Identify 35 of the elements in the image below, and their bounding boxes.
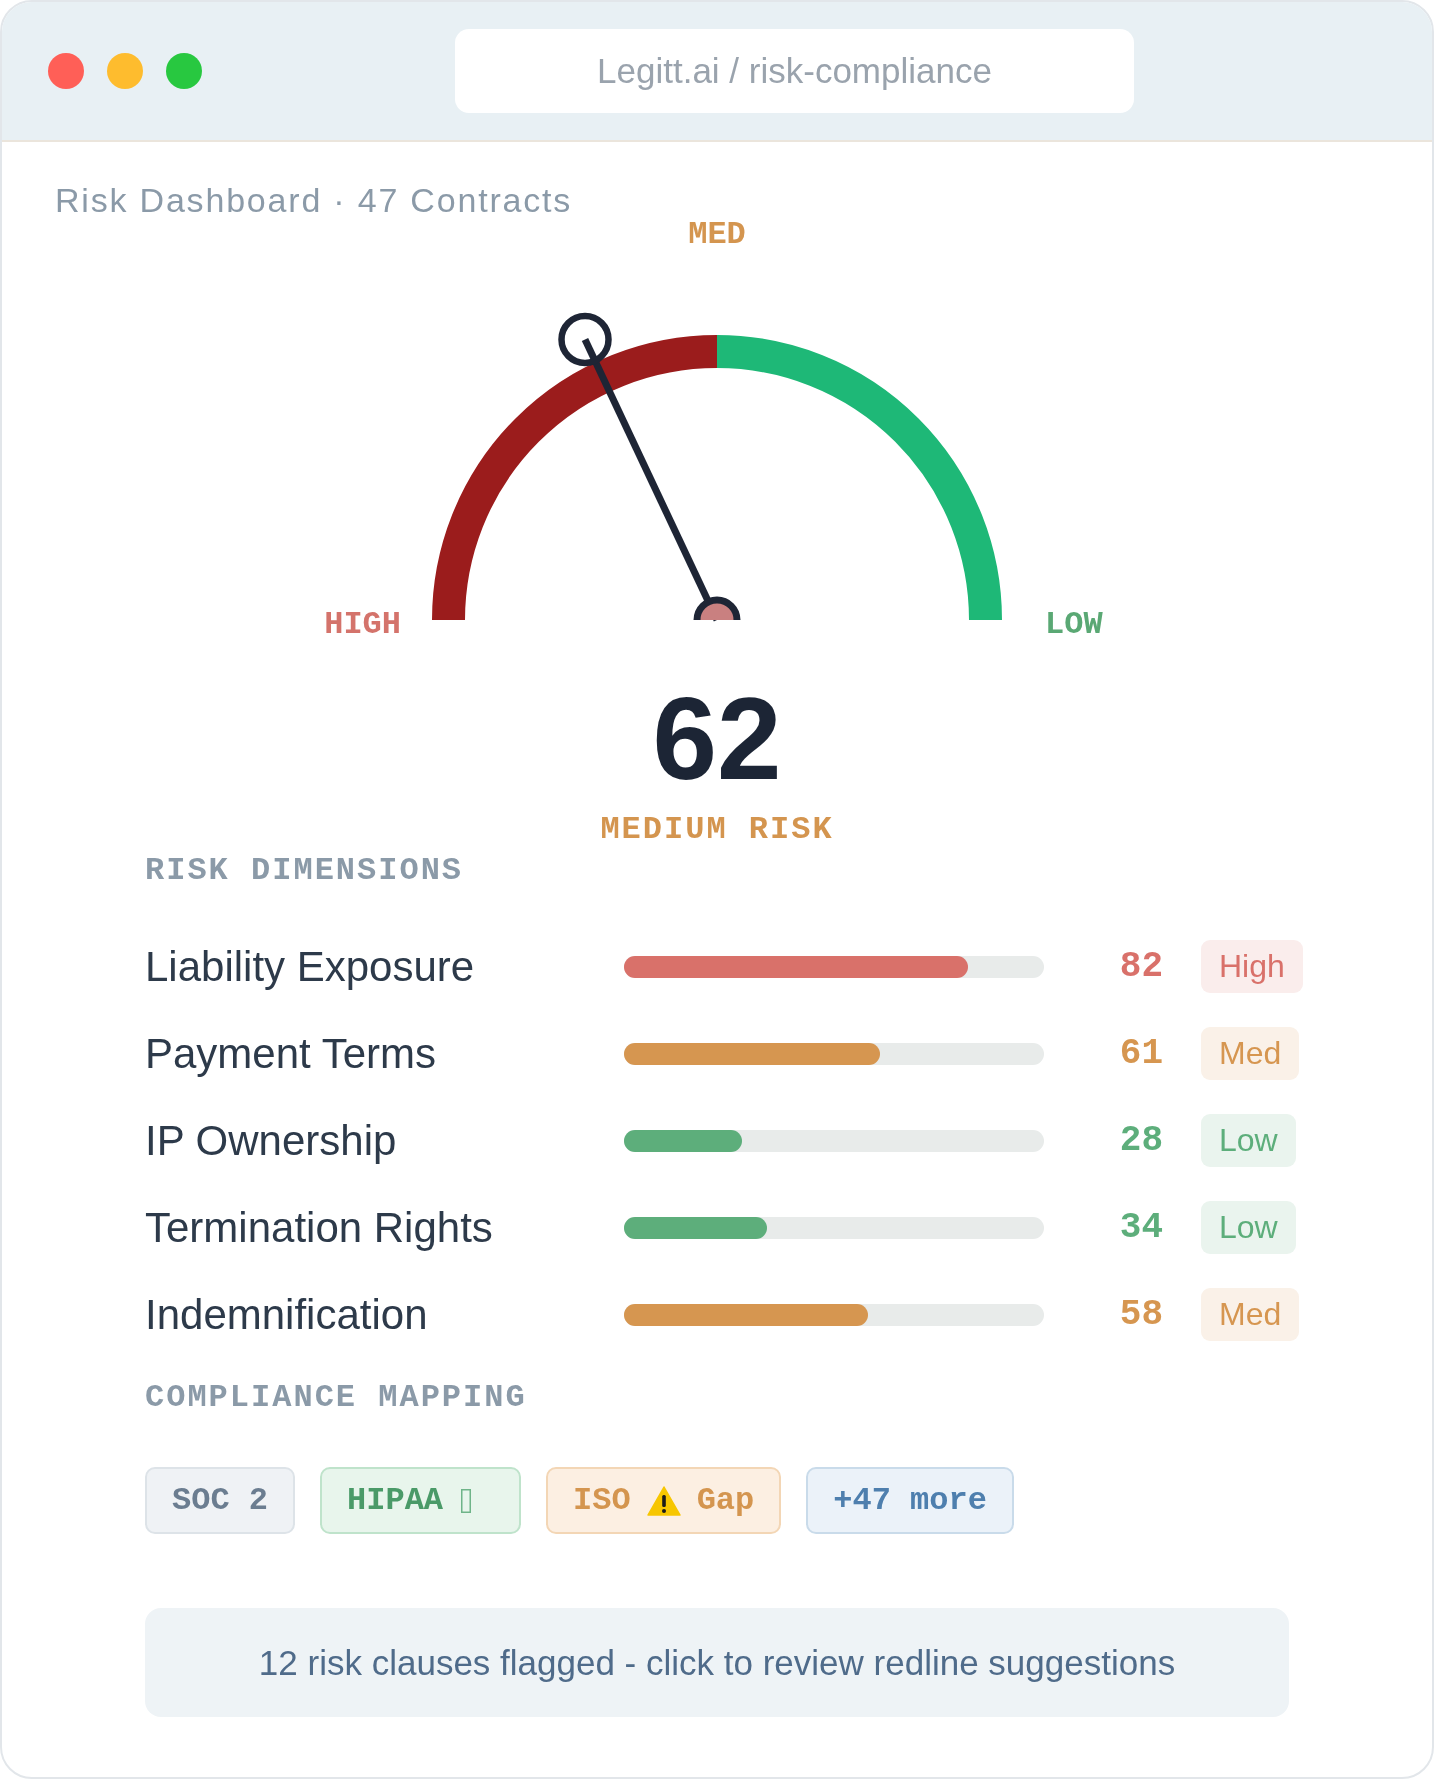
review-banner[interactable]: 12 risk clauses flagged - click to review redline suggestions (145, 1608, 1289, 1717)
dimension-score: 34 (1119, 1205, 1163, 1250)
close-icon[interactable] (48, 53, 84, 89)
compliance-tag: SOC 2 (145, 1467, 295, 1534)
dimension-score: 61 (1119, 1031, 1163, 1076)
minimize-icon[interactable] (107, 53, 143, 89)
dimension-label: Termination Rights (145, 1202, 493, 1253)
dimension-label: Indemnification (145, 1289, 428, 1340)
tag-label: HIPAA (347, 1482, 444, 1519)
dashboard-title: Risk Dashboard · 47 Contracts (55, 180, 573, 220)
risk-badge: Med (1201, 1027, 1300, 1080)
warning-icon (646, 1485, 681, 1516)
tag-label: ISO (573, 1482, 631, 1519)
dimension-score: 82 (1119, 944, 1163, 989)
risk-badge: Low (1201, 1201, 1296, 1254)
gauge-scale-label: MED (688, 216, 746, 253)
more-tags-button[interactable]: +47 more (806, 1467, 1014, 1534)
risk-badge: Low (1201, 1114, 1296, 1167)
risk-rating: MEDIUM RISK (600, 810, 834, 850)
risk-badge: Med (1201, 1288, 1300, 1341)
section-heading: COMPLIANCE MAPPING (145, 1378, 527, 1418)
gauge-scale-label: HIGH (324, 606, 401, 643)
dimension-label: IP Ownership (145, 1115, 397, 1166)
dimension-label: Payment Terms (145, 1028, 436, 1079)
dimension-score: 28 (1119, 1118, 1163, 1163)
risk-badge: High (1201, 940, 1303, 993)
glyph-box-icon (461, 1488, 472, 1513)
address-bar[interactable]: Legitt.ai / risk-compliance (455, 29, 1134, 113)
tag-label: Gap (696, 1482, 755, 1519)
risk-score: 62 (652, 681, 782, 797)
maximize-icon[interactable] (166, 53, 202, 89)
gauge-scale-label: LOW (1045, 606, 1103, 643)
dimension-label: Liability Exposure (145, 941, 475, 992)
section-heading: RISK DIMENSIONS (145, 851, 464, 891)
dimension-score: 58 (1119, 1292, 1163, 1337)
